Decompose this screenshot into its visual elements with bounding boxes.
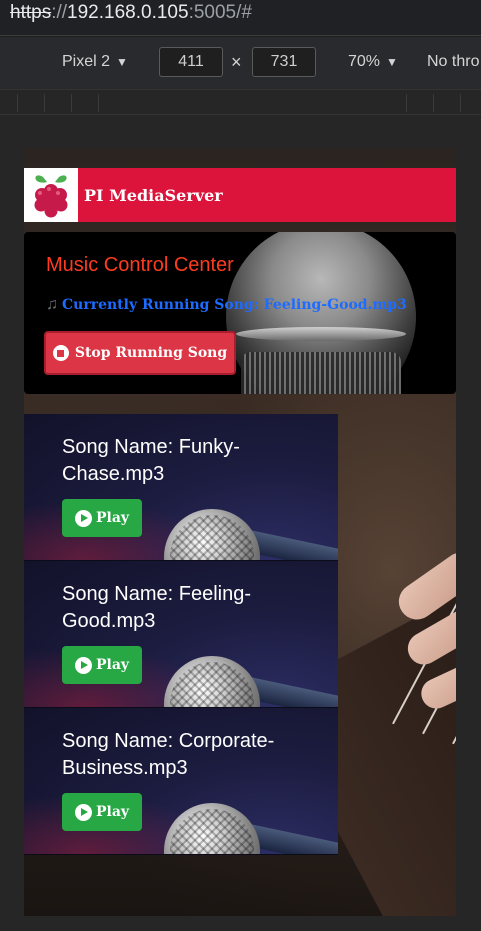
play-icon	[74, 656, 92, 674]
play-icon	[74, 803, 92, 821]
zoom-label: 70%	[348, 53, 381, 70]
device-label: Pixel 2	[62, 53, 111, 70]
address-bar[interactable]: https://192.168.0.105:5005/#	[0, 0, 481, 36]
now-playing: ♫ Currently Running Song: Feeling-Good.m…	[46, 296, 407, 314]
throttle-select[interactable]: No thro	[427, 53, 479, 71]
media-query-bar[interactable]	[0, 89, 481, 115]
play-button[interactable]: Play	[62, 793, 142, 831]
song-name: Song Name: Feeling-Good.mp3	[62, 583, 251, 632]
play-button-label: Play	[95, 657, 130, 673]
control-title: Music Control Center	[46, 254, 234, 276]
stop-song-button[interactable]: Stop Running Song	[44, 331, 236, 375]
device-select[interactable]: Pixel 2 ▼	[62, 53, 128, 71]
brand-title[interactable]: PI MediaServer	[84, 186, 223, 205]
music-note-icon: ♫	[46, 296, 58, 313]
navbar: PI MediaServer	[24, 168, 456, 222]
raspberry-pi-icon[interactable]	[24, 168, 78, 222]
chevron-down-icon: ▼	[386, 55, 398, 69]
stop-button-label: Stop Running Song	[74, 345, 228, 361]
url-text[interactable]: https://192.168.0.105:5005/#	[10, 2, 252, 24]
viewport-width-input[interactable]: 411	[159, 47, 223, 77]
now-playing-text: Currently Running Song: Feeling-Good.mp3	[62, 297, 407, 313]
url-host: 192.168.0.105	[67, 2, 189, 23]
url-path: :5005/#	[188, 2, 252, 23]
song-name: Song Name: Corporate-Business.mp3	[62, 730, 275, 779]
zoom-select[interactable]: 70% ▼	[348, 53, 398, 71]
song-list: Song Name: Funky-Chase.mp3 Play Song Nam…	[24, 414, 338, 855]
device-toolbar: Pixel 2 ▼ 411 × 731 70% ▼ No thro	[0, 37, 481, 89]
song-card: Song Name: Feeling-Good.mp3 Play	[24, 561, 338, 708]
song-card: Song Name: Funky-Chase.mp3 Play	[24, 414, 338, 561]
stop-icon	[52, 345, 69, 361]
play-button-label: Play	[95, 804, 130, 820]
play-button-label: Play	[95, 510, 130, 526]
play-button[interactable]: Play	[62, 499, 142, 537]
music-control-center: Music Control Center ♫ Currently Running…	[24, 232, 456, 394]
play-icon	[74, 509, 92, 527]
url-scheme: https	[10, 2, 52, 23]
song-card: Song Name: Corporate-Business.mp3 Play	[24, 708, 338, 855]
play-button[interactable]: Play	[62, 646, 142, 684]
chevron-down-icon: ▼	[116, 55, 128, 69]
dimension-separator: ×	[231, 52, 242, 72]
viewport-height-input[interactable]: 731	[252, 47, 316, 77]
url-separator: ://	[51, 2, 68, 23]
device-viewport: PI MediaServer Music Control Center ♫ Cu…	[24, 148, 456, 916]
song-name: Song Name: Funky-Chase.mp3	[62, 436, 240, 485]
